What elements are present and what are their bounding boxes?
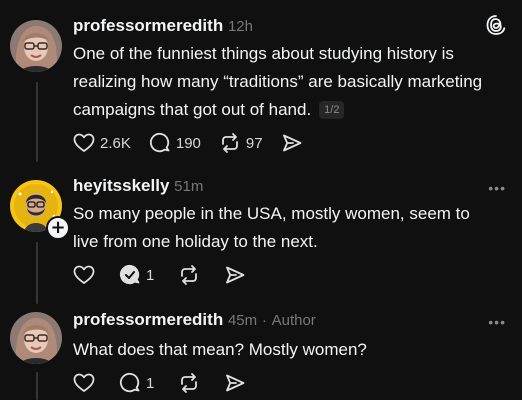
post-time: 45m (227, 312, 258, 329)
like-count: 2.6K (100, 134, 131, 152)
repost-button[interactable] (178, 264, 200, 286)
repost-count: 97 (245, 134, 263, 152)
like-button[interactable]: 2.6K (73, 133, 131, 153)
post-time: 12h (227, 18, 253, 35)
post-header: professormeredith 12h (73, 16, 253, 36)
post-header: heyitsskelly 51m (73, 176, 203, 196)
author-tag: Author (271, 312, 316, 329)
thread-line (36, 372, 38, 400)
avatar[interactable] (10, 20, 62, 72)
like-button[interactable] (73, 265, 95, 285)
repost-button[interactable] (178, 372, 200, 394)
comment-check-icon (119, 264, 141, 286)
repost-icon (219, 132, 241, 154)
threads-logo-icon[interactable] (486, 14, 506, 41)
post-header: professormeredith 45m · Author (73, 310, 316, 330)
comment-icon (119, 372, 141, 394)
meta-separator: · (261, 312, 267, 329)
heart-icon (73, 133, 95, 153)
send-icon (224, 373, 246, 393)
reply-button[interactable]: 1 (119, 264, 154, 286)
send-icon (281, 133, 303, 153)
post-body: What does that mean? Mostly women? (73, 340, 367, 359)
reply-button[interactable]: 1 (119, 372, 154, 394)
reply-count: 190 (175, 134, 201, 152)
username[interactable]: heyitsskelly (73, 176, 169, 195)
post-text: One of the funniest things about studyin… (73, 40, 493, 124)
username[interactable]: professormeredith (73, 310, 223, 329)
thread-line (36, 82, 38, 162)
more-options-icon[interactable]: ••• (488, 314, 506, 330)
post-actions: 1 (73, 264, 264, 286)
more-options-icon[interactable]: ••• (488, 180, 506, 196)
repost-icon (178, 372, 200, 394)
post-text: What does that mean? Mostly women? (73, 336, 493, 364)
post-body: One of the funniest things about studyin… (73, 44, 483, 119)
avatar[interactable] (10, 312, 62, 364)
post-actions: 2.6K 190 97 (73, 132, 321, 154)
follow-plus-icon[interactable]: + (46, 216, 70, 240)
page-indicator-badge: 1/2 (319, 101, 345, 119)
reply-count: 1 (146, 266, 155, 284)
heart-icon (73, 265, 95, 285)
post-body: So many people in the USA, mostly women,… (73, 204, 470, 251)
post-time: 51m (174, 178, 204, 195)
reply-count: 1 (146, 374, 155, 392)
send-icon (224, 265, 246, 285)
share-button[interactable] (281, 133, 303, 153)
repost-button[interactable]: 97 (219, 132, 263, 154)
username[interactable]: professormeredith (73, 16, 223, 35)
reply-button[interactable]: 190 (149, 132, 201, 154)
heart-icon (73, 373, 95, 393)
comment-icon (149, 132, 171, 154)
repost-icon (178, 264, 200, 286)
share-button[interactable] (224, 373, 246, 393)
thread-line (36, 242, 38, 304)
like-button[interactable] (73, 373, 95, 393)
share-button[interactable] (224, 265, 246, 285)
post-actions: 1 (73, 372, 264, 394)
post-text: So many people in the USA, mostly women,… (73, 200, 493, 256)
